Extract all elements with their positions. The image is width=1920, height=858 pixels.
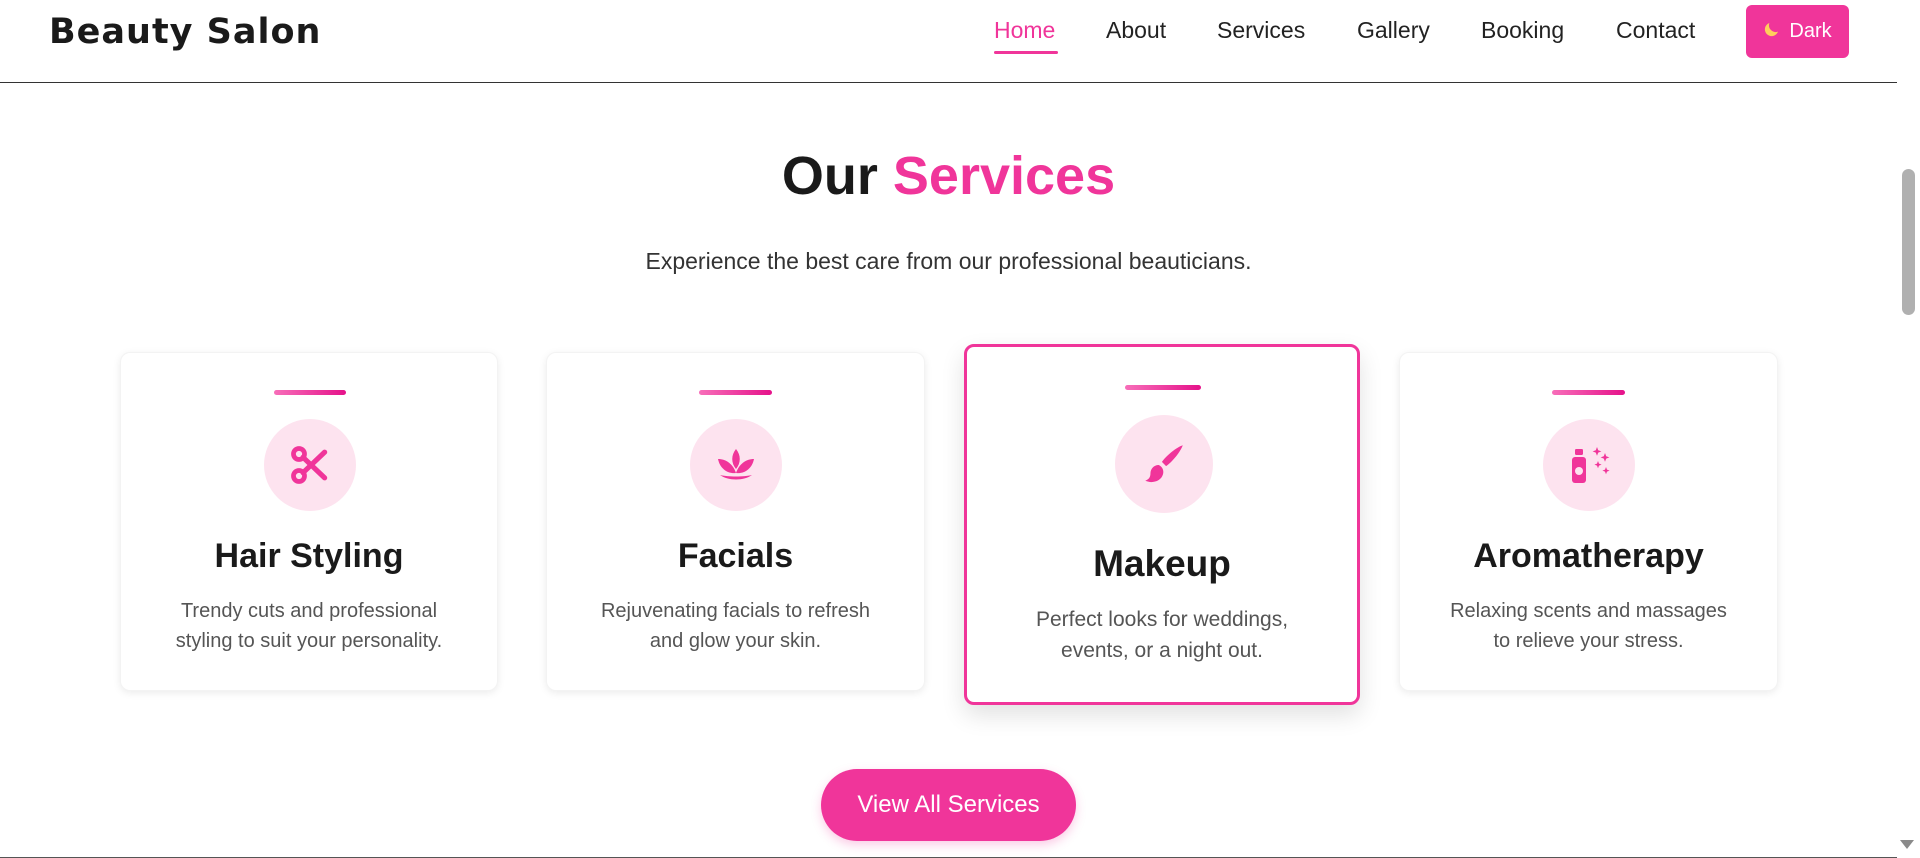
services-heading: Our Services [0, 145, 1897, 207]
card-desc-line: styling to suit your personality. [175, 630, 443, 652]
card-description: Perfect looks for weddings, events, or a… [967, 604, 1357, 666]
heading-accent: Services [892, 146, 1116, 206]
card-description: Relaxing scents and massages to relieve … [1400, 596, 1777, 656]
nav-booking[interactable]: Booking [1481, 17, 1564, 44]
service-card-makeup[interactable]: Makeup Perfect looks for weddings, event… [964, 344, 1360, 705]
moon-icon [1763, 20, 1781, 43]
card-desc-line: events, or a night out. [1061, 639, 1263, 662]
heading-part-1: Our [781, 146, 878, 206]
card-desc-line: Trendy cuts and professional [180, 600, 438, 622]
lotus-icon [690, 419, 782, 511]
scroll-down-arrow-icon[interactable] [1900, 840, 1914, 849]
card-accent-bar [699, 390, 772, 395]
card-desc-line: and glow your skin. [649, 630, 822, 652]
scrollbar-track[interactable] [1897, 0, 1920, 858]
card-description: Trendy cuts and professional styling to … [121, 596, 497, 656]
card-title: Makeup [1093, 543, 1231, 584]
spray-bottle-icon [1543, 419, 1635, 511]
nav-gallery[interactable]: Gallery [1357, 17, 1430, 44]
card-description: Rejuvenating facials to refresh and glow… [547, 596, 924, 656]
card-accent-bar [1125, 385, 1201, 390]
card-accent-bar [1552, 390, 1625, 395]
dark-mode-toggle[interactable]: Dark [1746, 5, 1849, 58]
site-header: Beauty Salon Home About Services Gallery… [0, 0, 1897, 83]
dark-mode-label: Dark [1789, 20, 1832, 42]
view-all-services-button[interactable]: View All Services [821, 769, 1076, 841]
card-desc-line: Perfect looks for weddings, [1035, 608, 1289, 631]
makeup-brush-icon [1115, 415, 1213, 513]
card-title: Facials [677, 537, 794, 575]
service-card-facials[interactable]: Facials Rejuvenating facials to refresh … [546, 352, 925, 691]
scrollbar-thumb[interactable] [1902, 169, 1915, 315]
active-nav-indicator [994, 51, 1058, 54]
scissors-icon [264, 419, 356, 511]
card-desc-line: Rejuvenating facials to refresh [600, 600, 871, 622]
service-card-hair-styling[interactable]: Hair Styling Trendy cuts and professiona… [120, 352, 498, 691]
service-card-aromatherapy[interactable]: Aromatherapy Relaxing scents and massage… [1399, 352, 1778, 691]
card-desc-line: to relieve your stress. [1493, 630, 1684, 652]
site-logo[interactable]: Beauty Salon [49, 12, 321, 52]
card-title: Hair Styling [214, 537, 404, 575]
card-title: Aromatherapy [1473, 537, 1704, 575]
nav-contact[interactable]: Contact [1616, 17, 1695, 44]
nav-about[interactable]: About [1106, 17, 1166, 44]
nav-services[interactable]: Services [1217, 17, 1305, 44]
services-subtitle: Experience the best care from our profes… [645, 248, 1252, 274]
nav-home[interactable]: Home [994, 17, 1055, 44]
card-desc-line: Relaxing scents and massages [1450, 600, 1727, 622]
card-accent-bar [274, 390, 346, 395]
